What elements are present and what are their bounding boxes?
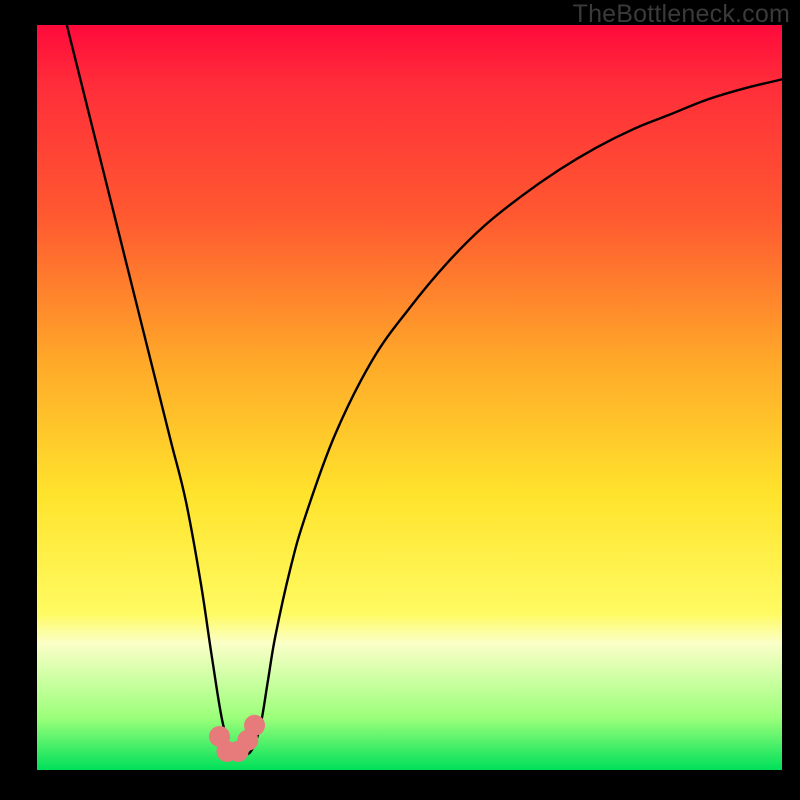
bottleneck-curve [67, 25, 782, 758]
curve-svg [37, 25, 782, 770]
curve-markers [209, 715, 265, 762]
plot-area [37, 25, 782, 770]
curve-marker [244, 715, 265, 736]
chart-frame: TheBottleneck.com [0, 0, 800, 800]
